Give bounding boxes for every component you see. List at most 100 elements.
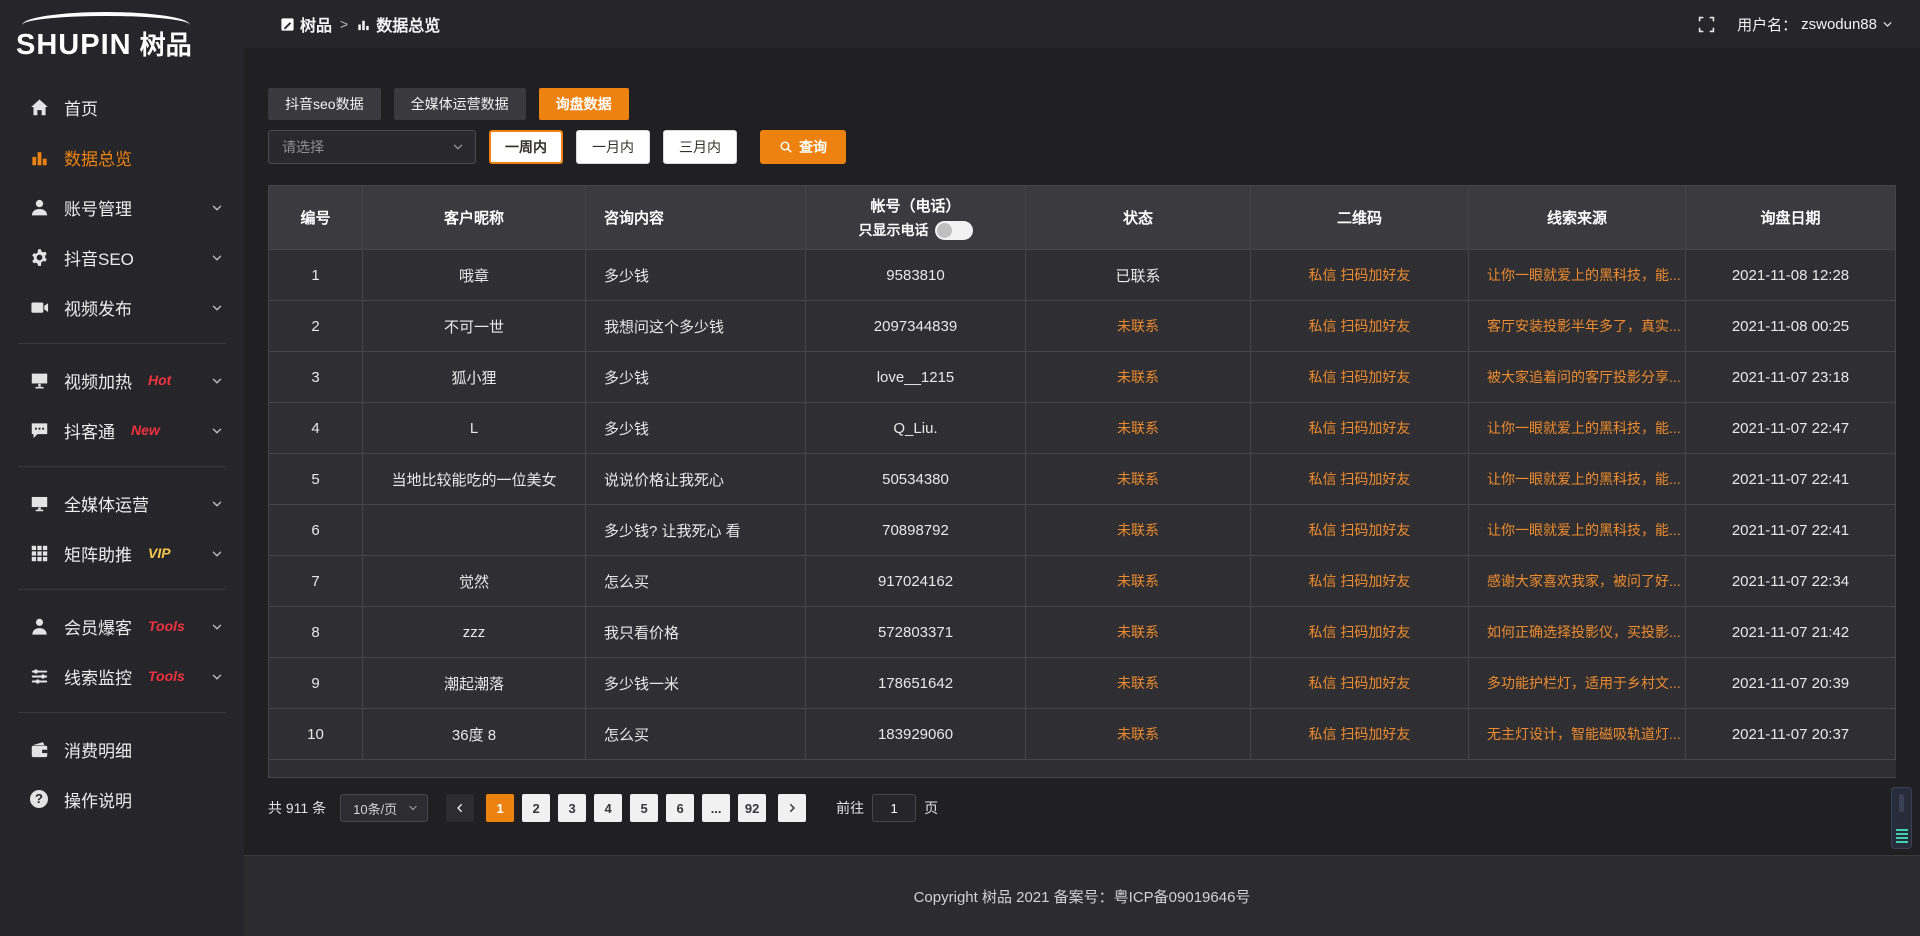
qrcode-actions-link[interactable]: 私信 扫码加好友 bbox=[1251, 709, 1469, 760]
qrcode-actions-link[interactable]: 私信 扫码加好友 bbox=[1251, 505, 1469, 556]
nickname-cell: 不可一世 bbox=[363, 301, 586, 352]
lead-source-link[interactable]: 客厅安装投影半年多了，真实... bbox=[1469, 301, 1686, 352]
prev-page-button[interactable] bbox=[446, 794, 474, 822]
sidebar-item-home[interactable]: 首页 bbox=[0, 82, 244, 132]
lead-source-link[interactable]: 如何正确选择投影仪，买投影... bbox=[1469, 607, 1686, 658]
sidebar-item-lead-monitor[interactable]: 线索监控Tools bbox=[0, 651, 244, 701]
page-button-92[interactable]: 92 bbox=[738, 794, 766, 822]
tab-media-operation-data[interactable]: 全媒体运营数据 bbox=[394, 88, 526, 120]
sidebar-item-data-overview[interactable]: 数据总览 bbox=[0, 132, 244, 182]
qrcode-actions-link[interactable]: 私信 扫码加好友 bbox=[1251, 352, 1469, 403]
qrcode-actions-link[interactable]: 私信 扫码加好友 bbox=[1251, 658, 1469, 709]
page-button-3[interactable]: 3 bbox=[558, 794, 586, 822]
header-consult-content: 咨询内容 bbox=[586, 186, 806, 250]
breadcrumb-page[interactable]: 数据总览 bbox=[356, 12, 440, 36]
chevron-down-icon bbox=[210, 300, 224, 314]
page-size-select[interactable]: 10条/页 bbox=[340, 794, 428, 822]
sidebar-divider bbox=[18, 712, 226, 713]
lead-source-link[interactable]: 让你一眼就爱上的黑科技，能... bbox=[1469, 505, 1686, 556]
lead-source-link[interactable]: 多功能护栏灯，适用于乡村文... bbox=[1469, 658, 1686, 709]
content: 抖音seo数据 全媒体运营数据 询盘数据 请选择 一周内 一月内 三月内 查询 bbox=[244, 48, 1920, 855]
sidebar-item-douketong[interactable]: 抖客通New bbox=[0, 405, 244, 455]
consult-content-cell: 怎么买 bbox=[586, 709, 806, 760]
qrcode-actions-link[interactable]: 私信 扫码加好友 bbox=[1251, 607, 1469, 658]
sidebar-item-matrix-boost[interactable]: 矩阵助推VIP bbox=[0, 528, 244, 578]
inquiry-date-cell: 2021-11-07 21:42 bbox=[1686, 607, 1896, 658]
sidebar-item-consumption-detail[interactable]: 消费明细 bbox=[0, 724, 244, 774]
tab-inquiry-data[interactable]: 询盘数据 bbox=[539, 88, 629, 120]
sidebar-item-media-operation[interactable]: 全媒体运营 bbox=[0, 478, 244, 528]
sidebar-item-label: 抖音SEO bbox=[64, 245, 134, 270]
qrcode-actions-link[interactable]: 私信 扫码加好友 bbox=[1251, 301, 1469, 352]
sidebar-item-video-heat[interactable]: 视频加热Hot bbox=[0, 355, 244, 405]
user-menu[interactable]: 用户名： zswodun88 bbox=[1737, 14, 1894, 35]
lead-source-link[interactable]: 被大家追着问的客厅投影分享... bbox=[1469, 352, 1686, 403]
breadcrumb-separator: > bbox=[340, 16, 348, 32]
lead-source-link[interactable]: 感谢大家喜欢我家，被问了好... bbox=[1469, 556, 1686, 607]
breadcrumb-app[interactable]: 树品 bbox=[280, 12, 332, 36]
qrcode-actions-link[interactable]: 私信 扫码加好友 bbox=[1251, 403, 1469, 454]
page-ellipsis-button[interactable]: ... bbox=[702, 794, 730, 822]
table-row: 8zzz我只看价格572803371未联系私信 扫码加好友如何正确选择投影仪，买… bbox=[269, 607, 1896, 658]
row-number-cell: 8 bbox=[269, 607, 363, 658]
page-button-1[interactable]: 1 bbox=[486, 794, 514, 822]
sidebar-item-help[interactable]: ?操作说明 bbox=[0, 774, 244, 824]
widget-thumb bbox=[1899, 794, 1904, 812]
qrcode-actions-link[interactable]: 私信 扫码加好友 bbox=[1251, 454, 1469, 505]
next-page-button[interactable] bbox=[778, 794, 806, 822]
qrcode-actions-link[interactable]: 私信 扫码加好友 bbox=[1251, 556, 1469, 607]
table-row: 4L多少钱Q_Liu.未联系私信 扫码加好友让你一眼就爱上的黑科技，能...20… bbox=[269, 403, 1896, 454]
query-button[interactable]: 查询 bbox=[760, 130, 846, 164]
goto-suffix: 页 bbox=[924, 798, 938, 818]
page-button-6[interactable]: 6 bbox=[666, 794, 694, 822]
data-table: 编号 客户昵称 咨询内容 帐号（电话） 只显示电话 状态 二维码 线索来源 询盘… bbox=[268, 185, 1896, 778]
qrcode-actions-link[interactable]: 私信 扫码加好友 bbox=[1251, 250, 1469, 301]
status-cell: 未联系 bbox=[1026, 709, 1251, 760]
period-button-month[interactable]: 一月内 bbox=[576, 130, 650, 164]
chevron-down-icon bbox=[210, 619, 224, 633]
period-button-week[interactable]: 一周内 bbox=[489, 130, 563, 164]
tab-douyin-seo-data[interactable]: 抖音seo数据 bbox=[268, 88, 381, 120]
topbar: 树品 > 数据总览 用户名： zswodun88 bbox=[244, 0, 1920, 48]
sidebar-item-label: 视频发布 bbox=[64, 295, 132, 320]
pagination-total: 共 911 条 bbox=[268, 798, 326, 818]
sidebar-item-label: 账号管理 bbox=[64, 195, 132, 220]
table-row: 7觉然怎么买917024162未联系私信 扫码加好友感谢大家喜欢我家，被问了好.… bbox=[269, 556, 1896, 607]
filter-select[interactable]: 请选择 bbox=[268, 130, 476, 164]
sidebar-item-label: 线索监控 bbox=[64, 664, 132, 689]
lead-source-link[interactable]: 无主灯设计，智能磁吸轨道灯... bbox=[1469, 709, 1686, 760]
chevron-down-icon bbox=[1881, 18, 1894, 31]
row-number-cell: 10 bbox=[269, 709, 363, 760]
sidebar-item-account-manage[interactable]: 账号管理 bbox=[0, 182, 244, 232]
fullscreen-icon[interactable] bbox=[1698, 16, 1715, 33]
sidebar-item-member-burst[interactable]: 会员爆客Tools bbox=[0, 601, 244, 651]
sidebar-item-video-publish[interactable]: 视频发布 bbox=[0, 282, 244, 332]
lead-source-link[interactable]: 让你一眼就爱上的黑科技，能... bbox=[1469, 403, 1686, 454]
data-tabs: 抖音seo数据 全媒体运营数据 询盘数据 bbox=[268, 88, 1896, 120]
nickname-cell: 狐小狸 bbox=[363, 352, 586, 403]
chevron-down-icon bbox=[451, 140, 465, 154]
monitor-icon bbox=[30, 494, 49, 513]
table-row: 3狐小狸多少钱love__1215未联系私信 扫码加好友被大家追着问的客厅投影分… bbox=[269, 352, 1896, 403]
page-button-2[interactable]: 2 bbox=[522, 794, 550, 822]
header-account: 帐号（电话） 只显示电话 bbox=[806, 186, 1026, 250]
sidebar-item-label: 抖客通 bbox=[64, 418, 115, 443]
sidebar-item-douyin-seo[interactable]: 抖音SEO bbox=[0, 232, 244, 282]
username-value: zswodun88 bbox=[1801, 16, 1877, 33]
lead-source-link[interactable]: 让你一眼就爱上的黑科技，能... bbox=[1469, 250, 1686, 301]
username-label: 用户名： bbox=[1737, 14, 1797, 35]
floating-widget[interactable] bbox=[1891, 787, 1912, 849]
lead-source-link[interactable]: 让你一眼就爱上的黑科技，能... bbox=[1469, 454, 1686, 505]
nickname-cell: L bbox=[363, 403, 586, 454]
status-cell: 未联系 bbox=[1026, 505, 1251, 556]
table-row: 1哦章多少钱9583810已联系私信 扫码加好友让你一眼就爱上的黑科技，能...… bbox=[269, 250, 1896, 301]
table-body: 1哦章多少钱9583810已联系私信 扫码加好友让你一眼就爱上的黑科技，能...… bbox=[269, 250, 1896, 760]
page-button-4[interactable]: 4 bbox=[594, 794, 622, 822]
goto-page-input[interactable] bbox=[872, 794, 916, 822]
phone-only-toggle[interactable] bbox=[935, 221, 973, 240]
page-button-5[interactable]: 5 bbox=[630, 794, 658, 822]
inquiry-date-cell: 2021-11-07 22:41 bbox=[1686, 505, 1896, 556]
table-header-row: 编号 客户昵称 咨询内容 帐号（电话） 只显示电话 状态 二维码 线索来源 询盘… bbox=[269, 186, 1896, 250]
period-button-quarter[interactable]: 三月内 bbox=[663, 130, 737, 164]
row-number-cell: 3 bbox=[269, 352, 363, 403]
